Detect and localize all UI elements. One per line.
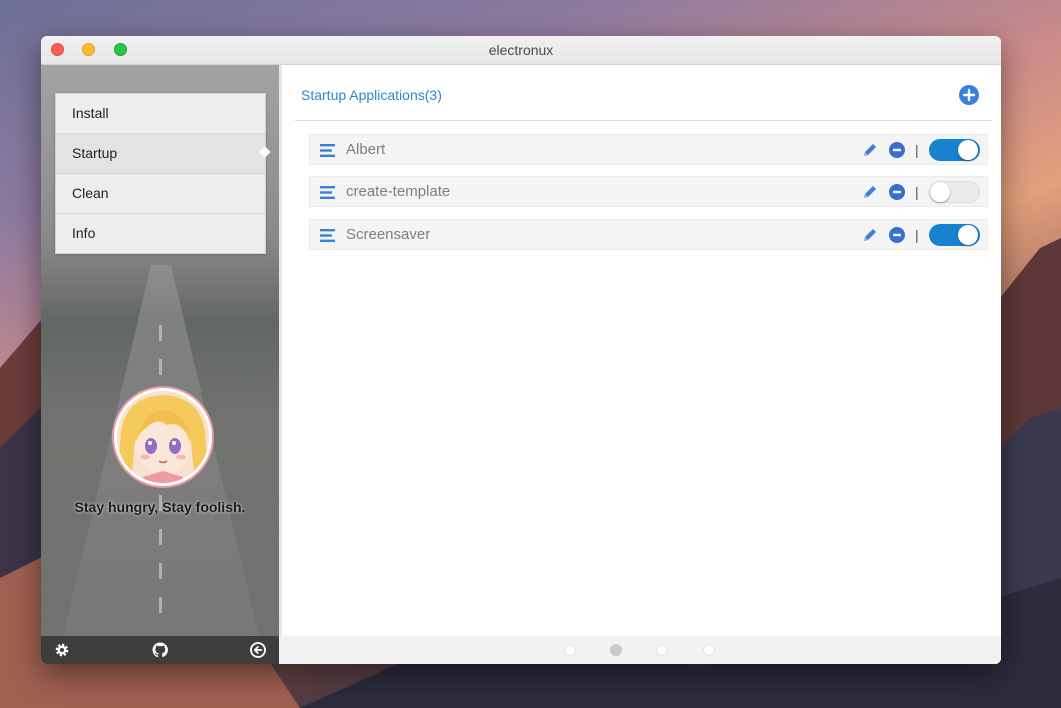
list-item: Screensaver | xyxy=(309,219,988,250)
pencil-icon[interactable] xyxy=(862,142,878,158)
list-item: create-template | xyxy=(309,176,988,207)
startup-app-name: Albert xyxy=(346,141,386,158)
header-divider xyxy=(295,120,992,121)
page-dot-4[interactable] xyxy=(703,644,715,656)
pencil-icon[interactable] xyxy=(862,184,878,200)
minus-circle-icon[interactable] xyxy=(889,227,905,243)
avatar xyxy=(114,388,212,486)
drag-handle-icon[interactable] xyxy=(320,144,335,157)
separator: | xyxy=(915,184,919,200)
sidebar-item-label: Info xyxy=(72,225,96,241)
pagination-bar xyxy=(279,636,1001,664)
startup-app-name: create-template xyxy=(346,183,451,200)
toggle-knob xyxy=(958,225,978,245)
toggle-knob xyxy=(930,182,950,202)
separator: | xyxy=(915,142,919,158)
sidebar-item-label: Clean xyxy=(72,185,109,201)
page-dot-1[interactable] xyxy=(564,644,576,656)
sidebar-menu: Install Startup Clean Info xyxy=(55,93,266,254)
add-startup-button[interactable] xyxy=(959,85,979,105)
separator: | xyxy=(915,227,919,243)
sidebar-item-startup[interactable]: Startup xyxy=(56,134,265,174)
pencil-icon[interactable] xyxy=(862,227,878,243)
list-item: Albert | xyxy=(309,134,988,165)
plus-circle-icon xyxy=(959,85,979,105)
gear-icon[interactable] xyxy=(54,642,70,658)
sidebar-item-clean[interactable]: Clean xyxy=(56,174,265,214)
sidebar: Install Startup Clean Info Stay hungry, … xyxy=(41,65,279,636)
minus-circle-icon[interactable] xyxy=(889,142,905,158)
enable-toggle[interactable] xyxy=(929,181,980,203)
toggle-knob xyxy=(958,140,978,160)
app-window: electronux Install Startup Clean Info St… xyxy=(41,36,1001,664)
minus-circle-icon[interactable] xyxy=(889,184,905,200)
enable-toggle[interactable] xyxy=(929,139,980,161)
sidebar-item-label: Startup xyxy=(72,145,118,161)
main-panel: Startup Applications(3) Albert | create-… xyxy=(279,65,1001,636)
sidebar-item-install[interactable]: Install xyxy=(56,94,265,134)
arrow-left-circle-icon[interactable] xyxy=(250,642,266,658)
sidebar-footer xyxy=(41,636,279,664)
page-title: Startup Applications(3) xyxy=(301,87,442,103)
startup-app-name: Screensaver xyxy=(346,226,431,243)
sidebar-item-label: Install xyxy=(72,105,109,121)
drag-handle-icon[interactable] xyxy=(320,229,335,242)
motto-text: Stay hungry, Stay foolish. xyxy=(74,499,246,515)
enable-toggle[interactable] xyxy=(929,224,980,246)
github-icon[interactable] xyxy=(152,642,168,658)
sidebar-item-info[interactable]: Info xyxy=(56,214,265,253)
page-dot-3[interactable] xyxy=(656,644,668,656)
drag-handle-icon[interactable] xyxy=(320,186,335,199)
window-title: electronux xyxy=(488,42,554,58)
anime-avatar-image xyxy=(117,391,209,483)
title-bar: electronux xyxy=(41,36,1001,65)
page-dot-2[interactable] xyxy=(610,644,622,656)
